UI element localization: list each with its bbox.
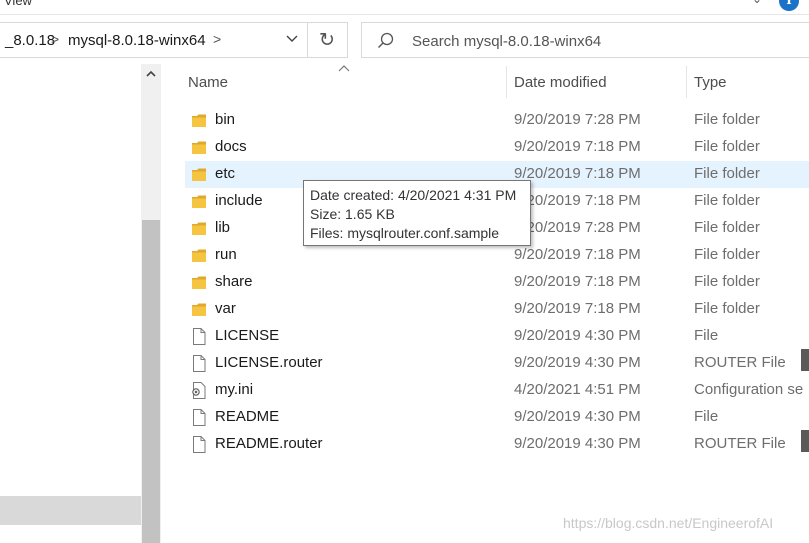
config-file-icon bbox=[191, 382, 207, 399]
file-icon bbox=[191, 436, 207, 453]
navigation-pane[interactable] bbox=[0, 64, 141, 543]
file-type: File bbox=[694, 327, 719, 344]
file-date-modified: 9/20/2019 4:30 PM bbox=[514, 327, 641, 344]
folder-icon bbox=[191, 220, 207, 237]
tooltip-size: Size: 1.65 KB bbox=[310, 206, 395, 222]
chevron-down-icon[interactable]: ⌄ bbox=[752, 0, 762, 6]
help-icon[interactable]: i bbox=[779, 0, 799, 11]
file-name: lib bbox=[215, 219, 231, 236]
file-row[interactable]: bin 9/20/2019 7:28 PM File folder bbox=[185, 107, 809, 134]
scrollbar-marker bbox=[801, 349, 809, 371]
file-row[interactable]: my.ini 4/20/2021 4:51 PM Configuration se bbox=[185, 377, 809, 404]
file-type: File folder bbox=[694, 300, 760, 317]
view-tab[interactable]: View bbox=[4, 0, 32, 8]
file-list[interactable]: Name Date modified Type bin 9/20/2019 7:2… bbox=[161, 64, 809, 543]
file-type: File folder bbox=[694, 192, 760, 209]
search-icon bbox=[378, 32, 394, 48]
file-row[interactable]: var 9/20/2019 7:18 PM File folder bbox=[185, 296, 809, 323]
ribbon-menu-strip: View ⌄ i bbox=[0, 0, 809, 14]
file-name: README.router bbox=[215, 435, 323, 452]
folder-icon bbox=[191, 112, 207, 129]
folder-icon bbox=[191, 301, 207, 318]
folder-icon bbox=[191, 247, 207, 264]
file-date-modified: 9/20/2019 7:28 PM bbox=[514, 111, 641, 128]
file-date-modified: 9/20/2019 7:18 PM bbox=[514, 246, 641, 263]
file-name: include bbox=[215, 192, 263, 209]
file-type: File folder bbox=[694, 111, 760, 128]
file-date-modified: 9/20/2019 7:18 PM bbox=[514, 300, 641, 317]
column-header-type[interactable]: Type bbox=[694, 74, 727, 91]
file-row[interactable]: share 9/20/2019 7:18 PM File folder bbox=[185, 269, 809, 296]
file-name: run bbox=[215, 246, 237, 263]
file-type: File folder bbox=[694, 138, 760, 155]
file-type: File folder bbox=[694, 273, 760, 290]
file-icon bbox=[191, 328, 207, 345]
file-type: File folder bbox=[694, 219, 760, 236]
refresh-icon: ↻ bbox=[319, 30, 335, 51]
nav-selected-item[interactable] bbox=[0, 496, 141, 525]
folder-icon bbox=[191, 139, 207, 156]
file-date-modified: 4/20/2021 4:51 PM bbox=[514, 381, 641, 398]
folder-icon bbox=[191, 274, 207, 291]
column-header-date-modified[interactable]: Date modified bbox=[514, 74, 607, 91]
file-name: README bbox=[215, 408, 280, 425]
file-date-modified: 9/20/2019 7:18 PM bbox=[514, 165, 641, 182]
file-date-modified: 9/20/2019 7:18 PM bbox=[514, 273, 641, 290]
file-icon bbox=[191, 409, 207, 426]
file-date-modified: 9/20/2019 4:30 PM bbox=[514, 435, 641, 452]
file-name: bin bbox=[215, 111, 236, 128]
file-row[interactable]: LICENSE.router 9/20/2019 4:30 PM ROUTER Fi… bbox=[185, 350, 809, 377]
file-name: share bbox=[215, 273, 253, 290]
file-date-modified: 9/20/2019 4:30 PM bbox=[514, 408, 641, 425]
file-name: var bbox=[215, 300, 236, 317]
sort-up-icon bbox=[338, 65, 350, 72]
file-row[interactable]: run 9/20/2019 7:18 PM File folder bbox=[185, 242, 809, 269]
folder-info-tooltip: Date created: 4/20/2021 4:31 PM Size: 1.… bbox=[303, 180, 531, 246]
file-type: ROUTER File bbox=[694, 435, 786, 452]
nav-scrollbar[interactable] bbox=[141, 64, 161, 543]
address-bar[interactable]: _8.0.18 > mysql-8.0.18-winx64 > bbox=[0, 22, 308, 58]
file-date-modified: 9/20/2019 7:18 PM bbox=[514, 192, 641, 209]
tooltip-files: Files: mysqlrouter.conf.sample bbox=[310, 225, 500, 241]
folder-icon bbox=[191, 193, 207, 210]
refresh-button[interactable]: ↻ bbox=[308, 22, 348, 58]
file-type: Configuration se bbox=[694, 381, 804, 398]
breadcrumb-item[interactable]: _8.0.18 bbox=[5, 32, 55, 49]
file-row[interactable]: README 9/20/2019 4:30 PM File bbox=[185, 404, 809, 431]
file-name: LICENSE.router bbox=[215, 354, 323, 371]
watermark: https://blog.csdn.net/EngineerofAI bbox=[563, 515, 774, 531]
breadcrumb-item[interactable]: mysql-8.0.18-winx64 bbox=[68, 32, 206, 49]
file-name: docs bbox=[215, 138, 247, 155]
file-type: File folder bbox=[694, 246, 760, 263]
file-row[interactable]: docs 9/20/2019 7:18 PM File folder bbox=[185, 134, 809, 161]
scrollbar-thumb[interactable] bbox=[142, 220, 160, 543]
file-name: LICENSE bbox=[215, 327, 280, 344]
file-type: ROUTER File bbox=[694, 354, 786, 371]
tooltip-date-created: Date created: 4/20/2021 4:31 PM bbox=[310, 187, 517, 203]
search-input[interactable] bbox=[412, 31, 792, 51]
file-date-modified: 9/20/2019 7:18 PM bbox=[514, 138, 641, 155]
divider bbox=[0, 14, 809, 15]
file-name: my.ini bbox=[215, 381, 254, 398]
scroll-up-icon[interactable] bbox=[145, 68, 157, 80]
file-type: File folder bbox=[694, 165, 760, 182]
file-name: etc bbox=[215, 165, 236, 182]
file-date-modified: 9/20/2019 7:28 PM bbox=[514, 219, 641, 236]
file-row[interactable]: README.router 9/20/2019 4:30 PM ROUTER Fil… bbox=[185, 431, 809, 458]
breadcrumb-separator-icon[interactable]: > bbox=[213, 31, 221, 47]
folder-icon bbox=[191, 166, 207, 183]
breadcrumb-separator-icon[interactable]: > bbox=[51, 31, 59, 47]
search-box[interactable] bbox=[361, 22, 809, 58]
file-type: File bbox=[694, 408, 719, 425]
scrollbar-marker bbox=[801, 430, 809, 452]
file-date-modified: 9/20/2019 4:30 PM bbox=[514, 354, 641, 371]
column-divider[interactable] bbox=[506, 66, 507, 98]
file-icon bbox=[191, 355, 207, 372]
file-row[interactable]: LICENSE 9/20/2019 4:30 PM File bbox=[185, 323, 809, 350]
column-header-name[interactable]: Name bbox=[188, 74, 228, 91]
chevron-down-icon[interactable] bbox=[285, 31, 299, 47]
column-divider[interactable] bbox=[686, 66, 687, 98]
